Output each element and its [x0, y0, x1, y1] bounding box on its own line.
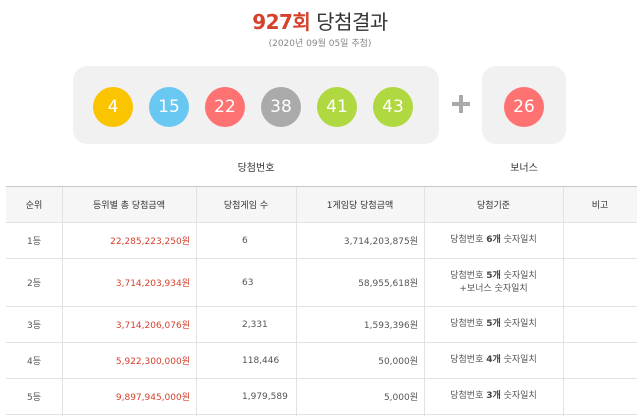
criteria-prefix: 당첨번호 — [450, 391, 487, 401]
winner-count-cell: 118,446 — [242, 355, 280, 366]
column-divider — [62, 187, 63, 416]
per-game-prize-cell: 1,593,396원 — [363, 321, 418, 331]
total-prize-cell: 5,922,300,000원 — [115, 357, 190, 367]
criteria-prefix: 당첨번호 — [450, 355, 487, 365]
criteria-suffix: 숫자일치 — [500, 235, 537, 245]
criteria-cell: 당첨번호 5개 숫자일치 — [424, 307, 563, 342]
col-header-rank: 순위 — [25, 201, 43, 211]
winner-count-cell: 1,979,589 — [242, 391, 288, 402]
table-row: 5등 9,897,945,000원 1,979,589 5,000원 당첨번호 … — [6, 379, 637, 415]
plus-icon — [452, 95, 470, 113]
criteria-text: 당첨번호 5개 숫자일치 — [450, 270, 537, 283]
winner-count-cell: 2,331 — [242, 319, 268, 330]
column-divider — [563, 187, 564, 416]
rank-cell: 2등 — [26, 279, 41, 289]
bonus-ball: 26 — [504, 87, 544, 127]
total-prize-cell: 22,285,223,250원 — [110, 237, 190, 247]
total-prize-cell: 3,714,203,934원 — [115, 279, 190, 289]
number-ball: 22 — [205, 87, 245, 127]
criteria-count: 6개 — [486, 235, 501, 245]
column-divider — [196, 187, 197, 416]
table-row: 3등 3,714,206,076원 2,331 1,593,396원 당첨번호 … — [6, 307, 637, 343]
table-header-row: 순위 등위별 총 당첨금액 당첨게임 수 1게임당 당첨금액 당첨기준 비고 — [6, 187, 637, 223]
criteria-count: 5개 — [486, 270, 501, 281]
criteria-text: 당첨번호 6개 숫자일치 — [450, 234, 537, 247]
col-header-per-game: 1게임당 당첨금액 — [326, 201, 394, 211]
winning-numbers-box: 4 15 22 38 41 43 — [73, 66, 439, 144]
per-game-prize-cell: 3,714,203,875원 — [343, 237, 418, 247]
criteria-suffix: 숫자일치 — [500, 391, 537, 401]
bonus-number-box: 26 — [482, 66, 566, 144]
criteria-cell: 당첨번호 4개 숫자일치 — [424, 343, 563, 378]
total-prize-cell: 9,897,945,000원 — [115, 393, 190, 403]
winning-numbers-label: 당첨번호 — [237, 163, 275, 174]
col-header-total: 등위별 총 당첨금액 — [93, 201, 165, 211]
round-number: 927회 — [252, 10, 311, 34]
rank-cell: 3등 — [26, 321, 41, 331]
page-title: 927회 당첨결과 — [0, 6, 640, 35]
number-ball: 4 — [93, 87, 133, 127]
criteria-text: 당첨번호 3개 숫자일치 — [450, 390, 537, 403]
column-divider — [296, 187, 297, 416]
title-suffix: 당첨결과 — [310, 10, 388, 34]
criteria-prefix: 당첨번호 — [450, 319, 487, 329]
criteria-cell: 당첨번호 5개 숫자일치 +보너스 숫자일치 — [424, 259, 563, 306]
rank-cell: 4등 — [26, 357, 41, 367]
criteria-count: 4개 — [486, 355, 501, 365]
col-header-note: 비고 — [591, 201, 609, 211]
criteria-prefix: 당첨번호 — [450, 235, 487, 245]
per-game-prize-cell: 50,000원 — [378, 357, 418, 367]
table-row: 2등 3,714,203,934원 63 58,955,618원 당첨번호 5개… — [6, 259, 637, 307]
criteria-cell: 당첨번호 6개 숫자일치 — [424, 223, 563, 258]
number-ball: 41 — [317, 87, 357, 127]
winner-count-cell: 63 — [242, 277, 254, 288]
column-divider — [424, 187, 425, 416]
table-row: 1등 22,285,223,250원 6 3,714,203,875원 당첨번호… — [6, 223, 637, 259]
criteria-text: 당첨번호 4개 숫자일치 — [450, 354, 537, 367]
criteria-prefix: 당첨번호 — [450, 270, 487, 281]
rank-cell: 1등 — [26, 237, 41, 247]
criteria-cell: 당첨번호 3개 숫자일치 — [424, 379, 563, 414]
criteria-text: 당첨번호 5개 숫자일치 — [450, 318, 537, 331]
total-prize-cell: 3,714,206,076원 — [115, 321, 190, 331]
rank-cell: 5등 — [26, 393, 41, 403]
prize-table: 순위 등위별 총 당첨금액 당첨게임 수 1게임당 당첨금액 당첨기준 비고 1… — [6, 186, 637, 416]
table-row: 4등 5,922,300,000원 118,446 50,000원 당첨번호 4… — [6, 343, 637, 379]
criteria-bonus-text: +보너스 숫자일치 — [459, 283, 528, 294]
col-header-criteria: 당첨기준 — [476, 201, 511, 211]
criteria-count: 3개 — [486, 391, 501, 401]
number-ball: 15 — [149, 87, 189, 127]
criteria-suffix: 숫자일치 — [500, 355, 537, 365]
number-ball: 38 — [261, 87, 301, 127]
per-game-prize-cell: 5,000원 — [383, 393, 418, 403]
bonus-label: 보너스 — [510, 163, 538, 174]
per-game-prize-cell: 58,955,618원 — [358, 279, 418, 289]
col-header-games: 당첨게임 수 — [223, 201, 269, 211]
criteria-suffix: 숫자일치 — [500, 270, 537, 281]
number-ball: 43 — [373, 87, 413, 127]
result-header: 927회 당첨결과 (2020년 09월 05일 추첨) 4 15 22 38 … — [0, 0, 640, 186]
winner-count-cell: 6 — [242, 235, 248, 246]
draw-date: (2020년 09월 05일 추첨) — [268, 39, 372, 49]
criteria-suffix: 숫자일치 — [500, 319, 537, 329]
criteria-count: 5개 — [486, 319, 501, 329]
